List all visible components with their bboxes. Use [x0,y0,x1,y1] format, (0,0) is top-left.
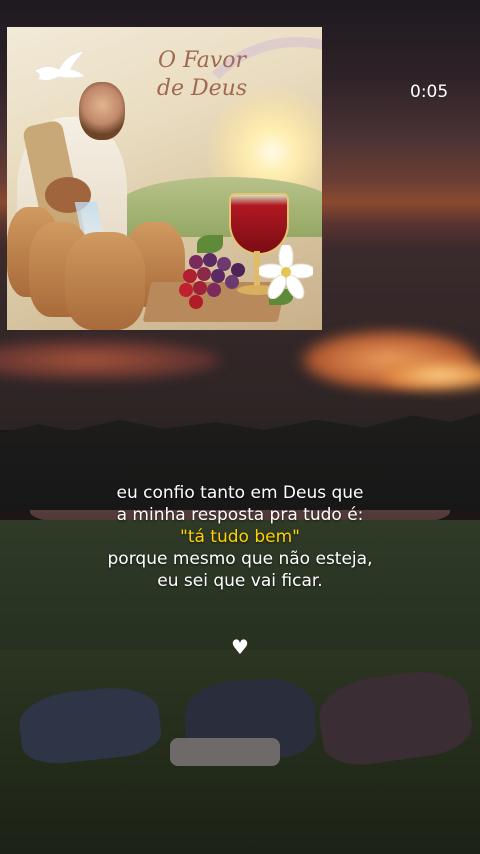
caption-text: eu confio tanto em Deus que a minha resp… [50,482,430,592]
cover-title-line1: O Favor [157,48,247,73]
caption-line: porque mesmo que não esteja, [107,549,373,569]
lily-flower-icon [259,245,313,299]
clay-pot [65,232,145,330]
caption-highlight: "tá tudo bem" [180,527,300,547]
caption-line: eu sei que vai ficar. [157,571,323,591]
dove-icon [32,50,87,82]
blanket [170,738,280,766]
video-timestamp: 0:05 [410,82,449,102]
cover-title-line2: de Deus [156,76,248,101]
grapes [179,249,255,319]
cover-title: O Favor de Deus [147,47,257,103]
jesus-head [79,82,125,140]
caption-line: a minha resposta pra tudo é: [116,505,364,525]
caption-line: eu confio tanto em Deus que [116,483,364,503]
cover-art-image: O Favor de Deus [7,27,322,330]
heart-icon[interactable]: ♥ [229,636,251,658]
